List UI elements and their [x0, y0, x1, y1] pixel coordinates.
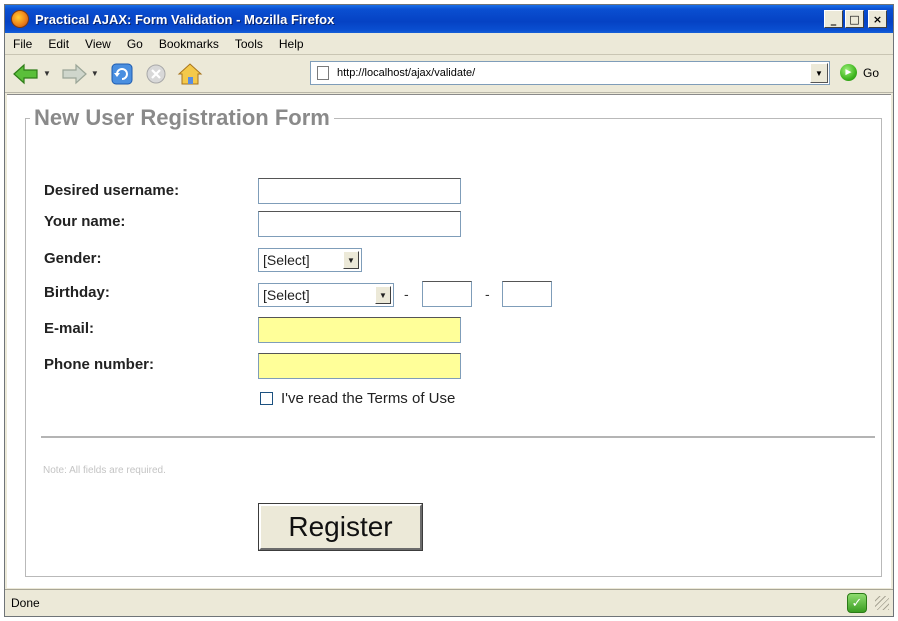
- maximize-button[interactable]: □: [845, 10, 864, 28]
- menu-edit[interactable]: Edit: [48, 37, 69, 51]
- phone-label: Phone number:: [44, 356, 155, 373]
- page-content: New User Registration Form Desired usern…: [7, 94, 891, 588]
- go-label: Go: [863, 65, 880, 80]
- birthday-label: Birthday:: [44, 284, 110, 301]
- terms-checkbox[interactable]: [260, 392, 273, 405]
- firefox-logo-icon: [11, 10, 29, 28]
- forward-arrow-icon[interactable]: [59, 59, 89, 89]
- birthday-year-input[interactable]: [502, 281, 552, 307]
- back-dropdown-icon[interactable]: ▼: [43, 69, 51, 78]
- chevron-down-icon[interactable]: ▼: [343, 251, 359, 269]
- status-bar: Done ✓: [5, 589, 893, 616]
- menu-help[interactable]: Help: [279, 37, 304, 51]
- birthday-separator: -: [485, 286, 490, 302]
- url-dropdown-icon[interactable]: ▼: [810, 63, 828, 83]
- resize-grip-icon[interactable]: [875, 596, 889, 610]
- birthday-month-value: [Select]: [263, 287, 310, 303]
- gender-select-value: [Select]: [263, 252, 310, 268]
- close-button[interactable]: ×: [868, 10, 887, 28]
- browser-window: Practical AJAX: Form Validation - Mozill…: [4, 4, 894, 617]
- gender-label: Gender:: [44, 250, 102, 267]
- required-note: Note: All fields are required.: [43, 465, 166, 476]
- menu-tools[interactable]: Tools: [235, 37, 263, 51]
- gender-select[interactable]: [Select] ▼: [258, 248, 362, 272]
- go-arrow-icon: ►: [840, 64, 857, 81]
- terms-row: I've read the Terms of Use: [260, 390, 455, 407]
- forward-dropdown-icon[interactable]: ▼: [91, 69, 99, 78]
- birthday-separator: -: [404, 286, 409, 302]
- registration-form: New User Registration Form Desired usern…: [25, 105, 882, 577]
- name-label: Your name:: [44, 213, 126, 230]
- menu-bookmarks[interactable]: Bookmarks: [159, 37, 219, 51]
- menu-view[interactable]: View: [85, 37, 111, 51]
- menu-go[interactable]: Go: [127, 37, 143, 51]
- email-label: E-mail:: [44, 320, 95, 337]
- go-button[interactable]: ► Go: [840, 64, 879, 81]
- navigation-toolbar: ▼ ▼ http://localhost/ajax/validate/ ▼ ► …: [5, 55, 893, 93]
- back-arrow-icon[interactable]: [11, 59, 41, 89]
- page-icon: [317, 66, 329, 80]
- reload-icon[interactable]: [107, 59, 137, 89]
- chevron-down-icon[interactable]: ▼: [375, 286, 391, 304]
- menu-bar: File Edit View Go Bookmarks Tools Help: [5, 33, 893, 55]
- home-icon[interactable]: [175, 59, 205, 89]
- username-input[interactable]: [258, 178, 461, 204]
- status-text: Done: [11, 596, 40, 610]
- name-input[interactable]: [258, 211, 461, 237]
- minimize-button[interactable]: _: [824, 10, 843, 28]
- menu-file[interactable]: File: [13, 37, 32, 51]
- address-bar[interactable]: http://localhost/ajax/validate/ ▼: [310, 61, 830, 85]
- title-bar: Practical AJAX: Form Validation - Mozill…: [5, 5, 893, 33]
- window-title: Practical AJAX: Form Validation - Mozill…: [35, 11, 335, 27]
- phone-input[interactable]: [258, 353, 461, 379]
- terms-label[interactable]: I've read the Terms of Use: [281, 390, 455, 407]
- form-legend: New User Registration Form: [34, 105, 330, 130]
- stop-icon[interactable]: [141, 59, 171, 89]
- form-divider: [41, 436, 875, 438]
- url-text[interactable]: http://localhost/ajax/validate/: [337, 67, 810, 79]
- birthday-day-input[interactable]: [422, 281, 472, 307]
- username-label: Desired username:: [44, 182, 180, 199]
- birthday-month-select[interactable]: [Select] ▼: [258, 283, 394, 307]
- email-input[interactable]: [258, 317, 461, 343]
- register-button[interactable]: Register: [258, 503, 423, 551]
- security-check-icon: ✓: [847, 593, 867, 613]
- window-controls: _ □ ×: [824, 10, 887, 28]
